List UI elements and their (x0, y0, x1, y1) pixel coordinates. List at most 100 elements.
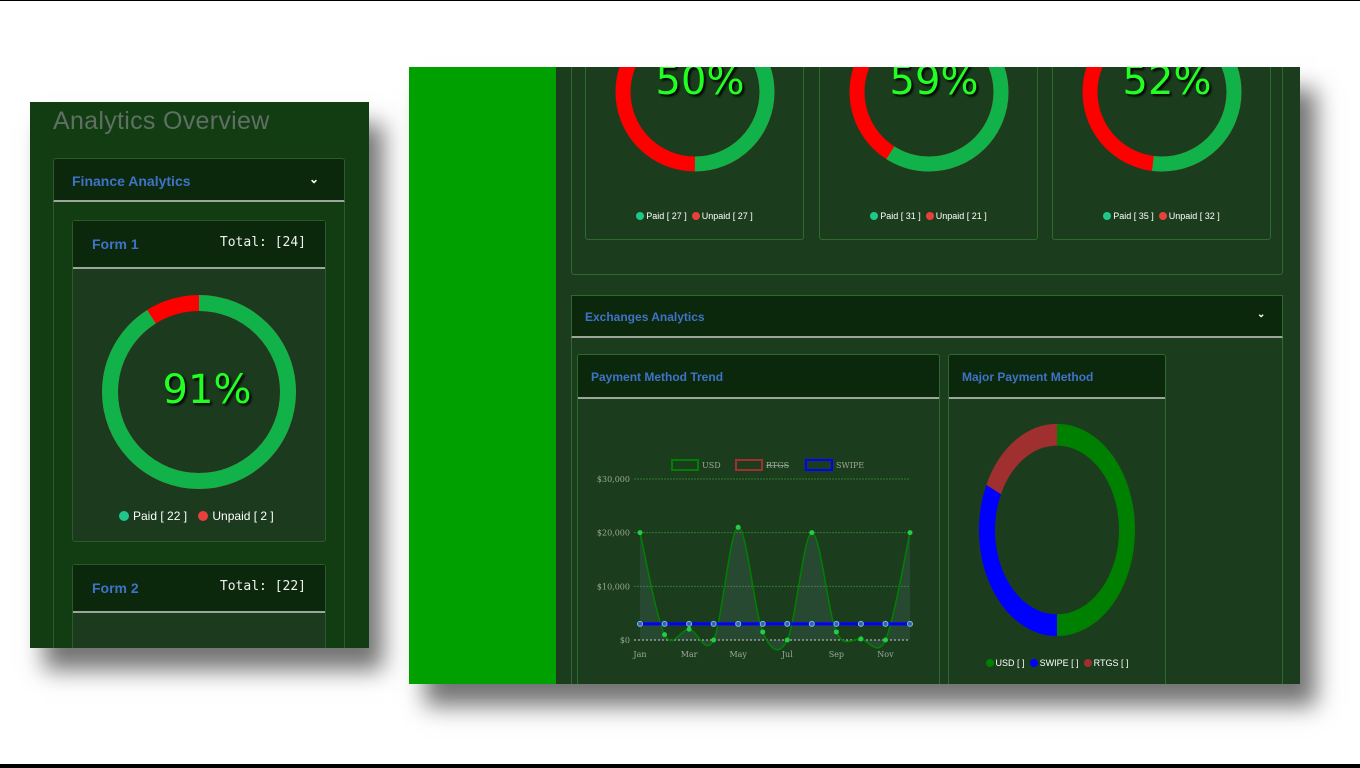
swipe-point (686, 620, 693, 627)
usd-point (711, 637, 717, 643)
swipe-point (857, 620, 864, 627)
sidebar (409, 67, 556, 684)
major-payment-legend: USD [ ] SWIPE [ ] RTGS [ ] (949, 658, 1165, 668)
swipe-point (759, 620, 766, 627)
unpaid-dot-icon (925, 212, 934, 220)
form-card-header: Form 1 Total: [24] (73, 221, 325, 269)
unpaid-dot-icon (1158, 212, 1167, 220)
x-tick-label: Sep (829, 650, 844, 659)
paid-dot-icon (636, 212, 645, 220)
donut-legend: Paid [ 31 ] Unpaid [ 21 ] (820, 211, 1037, 221)
donut-chart-3: 52% (1082, 67, 1242, 172)
usd-point (809, 530, 815, 536)
chevron-down-icon[interactable]: ⌄ (309, 172, 319, 186)
usd-point (784, 637, 790, 643)
legend-swipe[interactable]: SWIPE [ ] (1029, 658, 1079, 668)
usd-point (882, 637, 888, 643)
legend-unpaid-label: Unpaid [ 27 ] (701, 211, 753, 221)
swipe-point (661, 620, 668, 627)
donut-card-1: 50% Paid [ 27 ] Unpaid [ 27 ] (585, 67, 804, 240)
swipe-point (882, 620, 889, 627)
usd-point (760, 629, 766, 635)
usd-point (662, 632, 668, 638)
swipe-point (808, 620, 815, 627)
exchanges-analytics-accordion[interactable]: Exchanges Analytics ⌄ (571, 295, 1283, 338)
donut-slice-swipe (979, 484, 1058, 637)
form-card-header: Form 2 Total: [22] (73, 565, 325, 613)
y-tick-label: $20,000 (597, 529, 630, 538)
legend-unpaid-label: Unpaid [ 32 ] (1168, 211, 1220, 221)
legend-paid-label: Paid [ 27 ] (646, 211, 687, 221)
form-name: Form 2 (92, 580, 139, 596)
legend-swatch (735, 459, 763, 471)
main-content: 50% Paid [ 27 ] Unpaid [ 27 ] 59% Paid [… (556, 67, 1300, 684)
legend-unpaid[interactable]: Unpaid [ 2 ] (198, 509, 274, 523)
y-tick-label: $30,000 (597, 475, 630, 484)
donut-slice-rtgs (986, 423, 1058, 495)
legend-label: SWIPE (836, 461, 864, 470)
form-total: Total: [22] (219, 579, 306, 594)
rtgs-dot-icon (1083, 659, 1092, 667)
legend-paid-label: Paid [ 35 ] (1113, 211, 1154, 221)
major-payment-method-card: Major Payment Method USD [ ] SWIPE [ ] R… (948, 354, 1166, 684)
legend-paid[interactable]: Paid [ 35 ] (1103, 211, 1154, 221)
usd-point (858, 636, 864, 642)
legend-rtgs-label: RTGS [ ] (1093, 658, 1129, 668)
swipe-point (784, 620, 791, 627)
legend-unpaid-label: Unpaid [ 2 ] (212, 509, 274, 523)
legend-rtgs[interactable]: RTGS [ ] (1083, 658, 1129, 668)
swipe-point (735, 620, 742, 627)
swipe-point (833, 620, 840, 627)
usd-point (907, 530, 913, 536)
y-tick-label: $10,000 (597, 582, 630, 591)
top-border (0, 0, 1360, 1)
legend-swatch (805, 459, 833, 471)
legend-paid[interactable]: Paid [ 22 ] (119, 509, 187, 523)
desktop-screenshot: 50% Paid [ 27 ] Unpaid [ 27 ] 59% Paid [… (409, 67, 1300, 684)
x-tick-label: Nov (877, 650, 894, 659)
donut-slice-usd (1056, 423, 1135, 637)
payment-trend-line-chart: $0 $10,000 $20,000 $30,000 Jan Mar May Jul Sep No… (597, 459, 913, 659)
legend-unpaid[interactable]: Unpaid [ 27 ] (691, 211, 753, 221)
swipe-point (710, 620, 717, 627)
legend-swipe-label: SWIPE [ ] (1039, 658, 1079, 668)
usd-point (686, 626, 692, 632)
form-card-2: Form 2 Total: [22] (72, 564, 326, 648)
chevron-down-icon[interactable]: ⌄ (1257, 309, 1265, 320)
legend-paid[interactable]: Paid [ 31 ] (870, 211, 921, 221)
legend-unpaid-label: Unpaid [ 21 ] (935, 211, 987, 221)
x-tick-label: May (729, 650, 747, 659)
form-1-donut-chart: 91% (102, 295, 296, 489)
donut-legend: Paid [ 35 ] Unpaid [ 32 ] (1053, 211, 1270, 221)
usd-area (640, 527, 910, 650)
legend-usd[interactable]: USD [ ] (985, 658, 1025, 668)
legend-unpaid[interactable]: Unpaid [ 32 ] (1158, 211, 1220, 221)
major-payment-donut-chart (979, 423, 1135, 637)
donut-percent-label: 50% (656, 67, 745, 104)
legend-paid[interactable]: Paid [ 27 ] (636, 211, 687, 221)
unpaid-dot-icon (691, 212, 700, 220)
bottom-border (0, 764, 1360, 768)
donut-card-2: 59% Paid [ 31 ] Unpaid [ 21 ] (819, 67, 1038, 240)
donut-card-3: 52% Paid [ 35 ] Unpaid [ 32 ] (1052, 67, 1271, 240)
donut-chart-1: 50% (615, 67, 775, 172)
usd-point (833, 629, 839, 635)
form-total: Total: [24] (219, 235, 306, 250)
form-card-1: Form 1 Total: [24] 91% Paid [ 22 ] Unpai… (72, 220, 326, 542)
donut-legend: Paid [ 22 ] Unpaid [ 2 ] (119, 509, 282, 523)
legend-label: USD (702, 461, 721, 470)
swipe-point (907, 620, 913, 627)
legend-unpaid[interactable]: Unpaid [ 21 ] (925, 211, 987, 221)
accordion-label: Exchanges Analytics (585, 310, 705, 324)
paid-dot-icon (1103, 212, 1112, 220)
swipe-dot-icon (1029, 659, 1038, 667)
paid-dot-icon (870, 212, 879, 220)
payment-method-trend-card: Payment Method Trend $0 $10,000 $20,000 $30… (577, 354, 940, 684)
donut-percent-label: 59% (890, 67, 979, 104)
finance-analytics-accordion[interactable]: Finance Analytics ⌄ (53, 158, 345, 202)
form-name: Form 1 (92, 236, 139, 252)
legend-label: RTGS (766, 461, 789, 470)
y-tick-label: $0 (620, 636, 630, 645)
donut-percent-label: 52% (1123, 67, 1212, 104)
accordion-label: Finance Analytics (72, 173, 191, 189)
